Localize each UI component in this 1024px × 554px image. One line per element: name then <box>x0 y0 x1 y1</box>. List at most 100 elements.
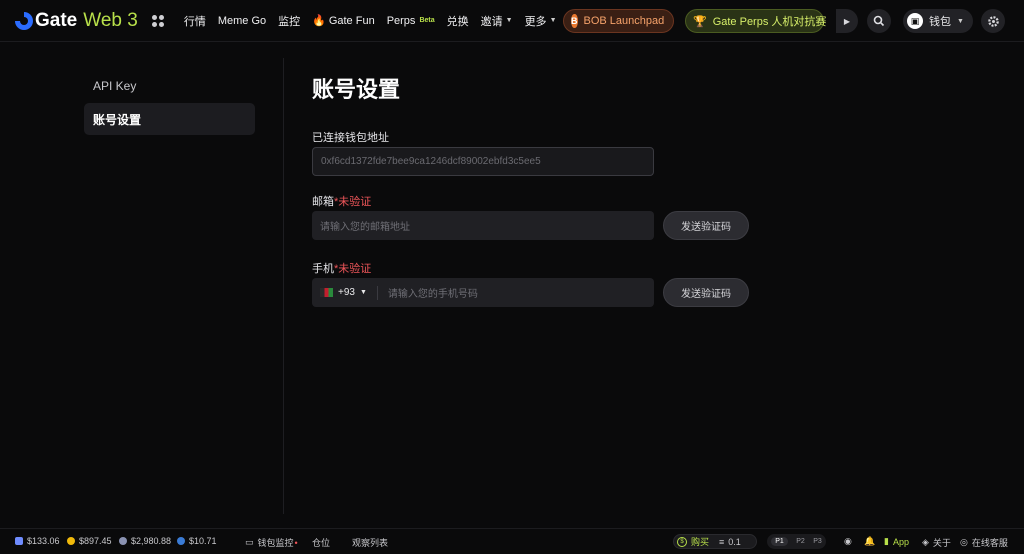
wallet-label: 钱包 <box>929 16 951 28</box>
positions-tab[interactable]: 仓位 <box>312 536 330 549</box>
country-code-select[interactable]: +93 ▼ <box>320 285 378 300</box>
tab-label: 钱包监控 <box>257 538 294 548</box>
buy-icon: $ <box>677 536 687 547</box>
nav-label: 更多 <box>524 15 547 28</box>
email-unverified-badge: *未验证 <box>334 196 372 208</box>
button-label: 发送验证码 <box>681 222 731 233</box>
tab-label: 仓位 <box>312 538 331 548</box>
gate-logo-icon <box>15 11 33 30</box>
logo-text: Gate <box>35 9 78 31</box>
ticker-base[interactable]: $10.71 <box>177 536 217 546</box>
support-link[interactable]: ◎ 在线客服 <box>960 536 1008 549</box>
wallet-monitor-tab[interactable]: ▭ 钱包监控 • <box>245 536 298 549</box>
perps-contest-button[interactable]: 🏆 Gate Perps 人机对抗赛 <box>685 9 827 33</box>
phone-icon: ▮ <box>884 536 889 546</box>
nav-monitor[interactable]: 监控 <box>278 13 300 29</box>
about-label: 关于 <box>932 538 951 548</box>
apps-grid-icon[interactable] <box>151 14 164 27</box>
search-icon[interactable] <box>867 9 891 33</box>
preset-p3[interactable]: P3 <box>813 538 822 545</box>
phone-label: 手机*未验证 <box>312 260 752 275</box>
nav-label: Perps <box>386 14 416 27</box>
app-label: App <box>892 536 909 547</box>
ticker-value: $2,980.88 <box>131 536 172 546</box>
wallet-address-field: 0xf6cd1372fde7bee9ca1246dcf89002ebfd3c5e… <box>312 147 654 176</box>
phone-send-code-button[interactable]: 发送验证码 <box>663 278 749 307</box>
logo-suffix: Web 3 <box>83 9 138 31</box>
nav-swap[interactable]: 兑换 <box>447 13 469 29</box>
main-nav: 行情 Meme Go 监控 🔥 Gate Fun Perps Beta 兑换 邀请 ▼… <box>184 13 557 29</box>
settings-sidebar: API Key 账号设置 <box>84 70 255 136</box>
wallet-button[interactable]: ▣ 钱包 ▼ <box>903 9 973 33</box>
ticker-value: $133.06 <box>27 536 60 546</box>
notification-dot-icon: • <box>294 537 298 548</box>
watchlist-tab[interactable]: 观察列表 <box>352 536 388 549</box>
caret-down-icon: ▼ <box>957 17 964 25</box>
nav-label: 兑换 <box>446 15 469 28</box>
trophy-icon: 🏆 <box>693 15 707 28</box>
sol-icon: ≡ <box>719 536 725 547</box>
ticker-value: $897.45 <box>79 536 112 546</box>
caret-down-icon: ▼ <box>505 17 513 24</box>
page-title: 账号设置 <box>312 77 401 102</box>
nav-more[interactable]: 更多 ▼ <box>525 13 557 29</box>
phone-unverified-badge: *未验证 <box>334 263 372 275</box>
email-placeholder: 请输入您的邮箱地址 <box>320 222 410 233</box>
settings-gear-icon[interactable] <box>981 9 1005 33</box>
sidebar-item-label: 账号设置 <box>93 112 142 127</box>
caret-down-icon: ▼ <box>549 17 557 24</box>
perps-contest-label: Gate Perps 人机对抗赛 <box>712 16 827 28</box>
eye-icon[interactable]: ◉ <box>844 536 852 547</box>
phone-input[interactable]: +93 ▼ 请输入您的手机号码 <box>312 278 654 307</box>
chain-icon <box>177 537 185 545</box>
sol-icon <box>15 537 23 545</box>
sidebar-item-account-settings[interactable]: 账号设置 <box>84 103 255 135</box>
phone-label-text: 手机 <box>312 263 334 275</box>
nav-gate-fun[interactable]: 🔥 Gate Fun <box>312 14 375 28</box>
wallet-address-value: 0xf6cd1372fde7bee9ca1246dcf89002ebfd3c5e… <box>321 156 541 167</box>
buy-label: 购买 <box>691 537 710 547</box>
bell-icon[interactable]: 🔔 <box>864 536 875 547</box>
wallet-address-label: 已连接钱包地址 <box>312 129 752 144</box>
bob-launchpad-button[interactable]: B BOB Launchpad <box>563 9 674 33</box>
quick-buy-control[interactable]: $ 购买 ≡ 0.1 <box>673 534 757 549</box>
sidebar-divider <box>283 58 284 514</box>
nav-meme-go[interactable]: Meme Go <box>218 15 266 27</box>
email-input[interactable]: 请输入您的邮箱地址 <box>312 211 654 240</box>
nav-label: 邀请 <box>480 15 503 28</box>
monitor-icon: ▭ <box>245 537 254 547</box>
beta-badge: Beta <box>419 17 435 24</box>
bob-launchpad-label: BOB Launchpad <box>583 15 665 27</box>
ticker-bnb[interactable]: $897.45 <box>67 536 112 546</box>
ticker-eth[interactable]: $2,980.88 <box>119 536 171 546</box>
ticker-value: $10.71 <box>189 536 217 546</box>
wallet-icon: ▣ <box>907 13 923 29</box>
nav-market[interactable]: 行情 <box>184 13 206 29</box>
about-icon: ◈ <box>922 537 929 547</box>
email-send-code-button[interactable]: 发送验证码 <box>663 211 749 240</box>
support-label: 在线客服 <box>971 538 1008 548</box>
email-label-text: 邮箱 <box>312 196 334 208</box>
phone-placeholder: 请输入您的手机号码 <box>387 289 478 300</box>
button-label: 发送验证码 <box>681 289 731 300</box>
nav-perps[interactable]: Perps Beta <box>387 15 435 27</box>
tab-label: 观察列表 <box>352 538 389 548</box>
nav-label: Meme Go <box>217 14 267 27</box>
caret-down-icon: ▼ <box>359 289 367 296</box>
sidebar-item-api-key[interactable]: API Key <box>84 70 255 102</box>
preset-p2[interactable]: P2 <box>796 538 805 545</box>
preset-tabs: P1 P2 P3 <box>767 534 826 549</box>
gate-web3-logo[interactable]: Gate Web 3 <box>15 10 138 32</box>
about-link[interactable]: ◈ 关于 <box>922 536 951 549</box>
nav-label: 监控 <box>278 15 301 28</box>
nav-invite[interactable]: 邀请 ▼ <box>481 13 513 29</box>
sidebar-item-label: API Key <box>93 79 137 93</box>
preset-p1[interactable]: P1 <box>771 537 788 546</box>
nav-label: 行情 <box>183 15 206 28</box>
afghanistan-flag-icon <box>320 288 333 297</box>
app-download-link[interactable]: ▮ App <box>884 536 909 547</box>
buy-amount[interactable]: 0.1 <box>728 537 741 547</box>
ticker-sol[interactable]: $133.06 <box>15 536 60 546</box>
bnb-icon <box>67 537 75 545</box>
bottom-status-bar: $133.06 $897.45 $2,980.88 $10.71 ▭ 钱包监控 • … <box>0 528 1024 554</box>
